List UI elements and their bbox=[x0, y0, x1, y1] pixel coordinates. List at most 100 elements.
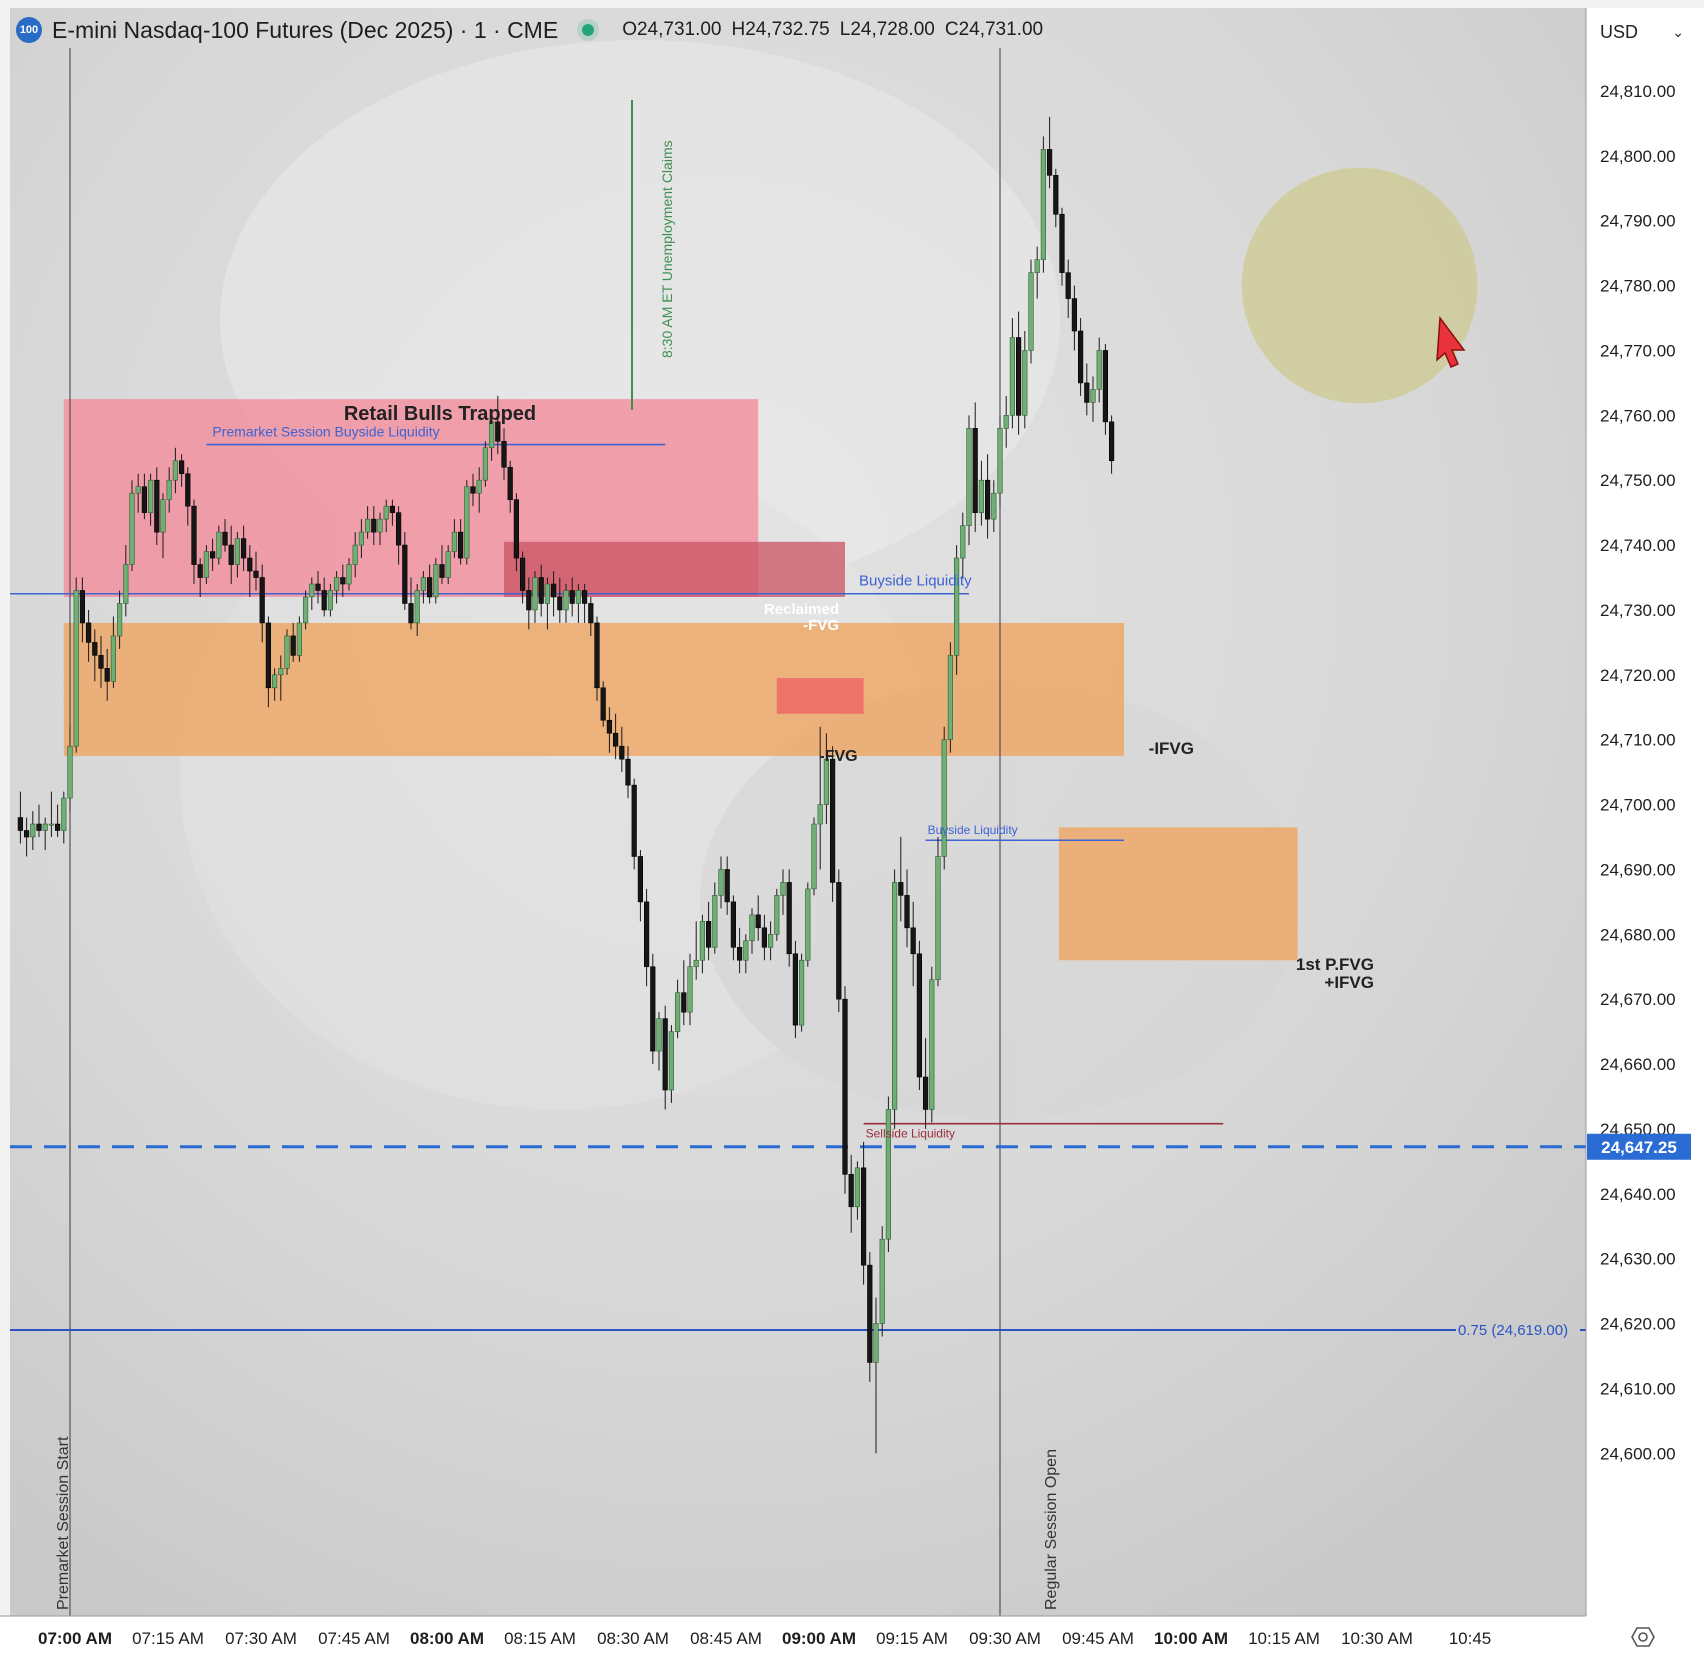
candle-up[interactable] bbox=[234, 538, 241, 565]
candle-down[interactable] bbox=[736, 946, 743, 961]
candle-down[interactable] bbox=[643, 901, 650, 968]
candle-down[interactable] bbox=[916, 953, 922, 1078]
candle-down[interactable] bbox=[730, 901, 736, 948]
candle-up[interactable] bbox=[1034, 259, 1040, 273]
candle-up[interactable] bbox=[656, 1018, 662, 1052]
candle-up[interactable] bbox=[544, 583, 550, 604]
candle-down[interactable] bbox=[23, 830, 30, 838]
candle-up[interactable] bbox=[135, 486, 141, 494]
candle-down[interactable] bbox=[836, 882, 842, 1000]
candle-up[interactable] bbox=[30, 823, 36, 838]
candle-down[interactable] bbox=[650, 966, 656, 1052]
candle-down[interactable] bbox=[1078, 330, 1084, 384]
candle-up[interactable] bbox=[482, 447, 489, 481]
candle-up[interactable] bbox=[216, 531, 222, 559]
candle-up[interactable] bbox=[718, 869, 724, 896]
candle-down[interactable] bbox=[904, 895, 910, 929]
candle-down[interactable] bbox=[594, 622, 600, 689]
candle-up[interactable] bbox=[966, 428, 972, 526]
candle-down[interactable] bbox=[1109, 421, 1115, 462]
candle-up[interactable] bbox=[978, 479, 984, 513]
candle-up[interactable] bbox=[445, 551, 451, 578]
candle-up[interactable] bbox=[767, 934, 774, 948]
candle-down[interactable] bbox=[761, 927, 767, 948]
candle-up[interactable] bbox=[668, 1031, 674, 1091]
candle-down[interactable] bbox=[588, 603, 594, 624]
candle-up[interactable] bbox=[774, 895, 780, 935]
candle-up[interactable] bbox=[117, 603, 123, 637]
candle-down[interactable] bbox=[210, 551, 216, 559]
candle-up[interactable] bbox=[309, 583, 315, 598]
candle-down[interactable] bbox=[625, 758, 631, 786]
candle-down[interactable] bbox=[867, 1264, 873, 1363]
candle-down[interactable] bbox=[321, 590, 327, 611]
candle-up[interactable] bbox=[123, 564, 129, 604]
candle-down[interactable] bbox=[513, 499, 519, 559]
candle-up[interactable] bbox=[364, 518, 371, 533]
candle-up[interactable] bbox=[1040, 149, 1046, 260]
candle-up[interactable] bbox=[873, 1323, 879, 1363]
candle-down[interactable] bbox=[36, 823, 42, 831]
candlestick-chart[interactable]: Premarket Session Start Regular Session O… bbox=[0, 0, 1704, 1668]
candle-up[interactable] bbox=[302, 596, 309, 624]
candle-down[interactable] bbox=[526, 590, 532, 611]
candle-up[interactable] bbox=[352, 544, 358, 565]
candle-down[interactable] bbox=[606, 719, 612, 734]
candle-down[interactable] bbox=[222, 531, 228, 546]
candle-down[interactable] bbox=[550, 583, 557, 598]
candle-up[interactable] bbox=[854, 1167, 860, 1208]
candle-down[interactable] bbox=[185, 473, 191, 507]
candle-down[interactable] bbox=[265, 622, 272, 689]
candle-down[interactable] bbox=[402, 544, 408, 604]
candle-up[interactable] bbox=[1009, 337, 1015, 416]
candle-up[interactable] bbox=[414, 590, 420, 624]
candle-up[interactable] bbox=[451, 531, 458, 552]
symbol-badge[interactable]: 100 bbox=[16, 17, 42, 43]
candle-up[interactable] bbox=[148, 479, 154, 513]
candle-up[interactable] bbox=[278, 668, 284, 676]
candle-down[interactable] bbox=[1071, 298, 1077, 332]
candle-up[interactable] bbox=[947, 655, 953, 741]
candle-up[interactable] bbox=[333, 577, 340, 591]
currency-selector[interactable]: USD ⌄ bbox=[1592, 14, 1692, 50]
candle-up[interactable] bbox=[780, 882, 786, 896]
candle-down[interactable] bbox=[612, 732, 619, 747]
candle-up[interactable] bbox=[296, 622, 303, 656]
candle-up[interactable] bbox=[358, 531, 365, 546]
candle-up[interactable] bbox=[203, 551, 210, 578]
candle-down[interactable] bbox=[1084, 382, 1090, 403]
candle-up[interactable] bbox=[383, 505, 389, 520]
candle-down[interactable] bbox=[408, 603, 414, 624]
candle-down[interactable] bbox=[470, 486, 476, 494]
candle-down[interactable] bbox=[1015, 337, 1022, 416]
candle-up[interactable] bbox=[284, 635, 290, 669]
candle-down[interactable] bbox=[247, 557, 253, 572]
candle-down[interactable] bbox=[922, 1076, 929, 1110]
candle-down[interactable] bbox=[290, 635, 296, 656]
candle-down[interactable] bbox=[253, 570, 259, 578]
candle-up[interactable] bbox=[929, 979, 935, 1110]
candle-down[interactable] bbox=[1053, 175, 1059, 215]
candle-down[interactable] bbox=[439, 564, 445, 578]
candle-up[interactable] bbox=[61, 797, 67, 831]
candle-up[interactable] bbox=[532, 577, 538, 611]
candle-up[interactable] bbox=[110, 635, 116, 682]
candle-down[interactable] bbox=[829, 758, 836, 883]
candle-down[interactable] bbox=[501, 440, 507, 468]
candle-down[interactable] bbox=[17, 817, 24, 831]
candle-down[interactable] bbox=[141, 486, 148, 513]
candle-up[interactable] bbox=[879, 1238, 885, 1324]
candle-up[interactable] bbox=[271, 674, 278, 689]
candle-up[interactable] bbox=[488, 421, 495, 449]
candle-down[interactable] bbox=[848, 1174, 854, 1208]
candle-down[interactable] bbox=[662, 1018, 668, 1091]
symbol-title[interactable]: E-mini Nasdaq-100 Futures (Dec 2025) · 1… bbox=[52, 17, 558, 44]
candle-down[interactable] bbox=[340, 577, 346, 585]
candle-up[interactable] bbox=[674, 992, 681, 1032]
candle-down[interactable] bbox=[972, 428, 978, 513]
candle-up[interactable] bbox=[991, 492, 997, 520]
candle-up[interactable] bbox=[42, 823, 48, 831]
candle-up[interactable] bbox=[433, 564, 439, 598]
candle-up[interactable] bbox=[563, 590, 569, 611]
candle-down[interactable] bbox=[104, 668, 110, 682]
